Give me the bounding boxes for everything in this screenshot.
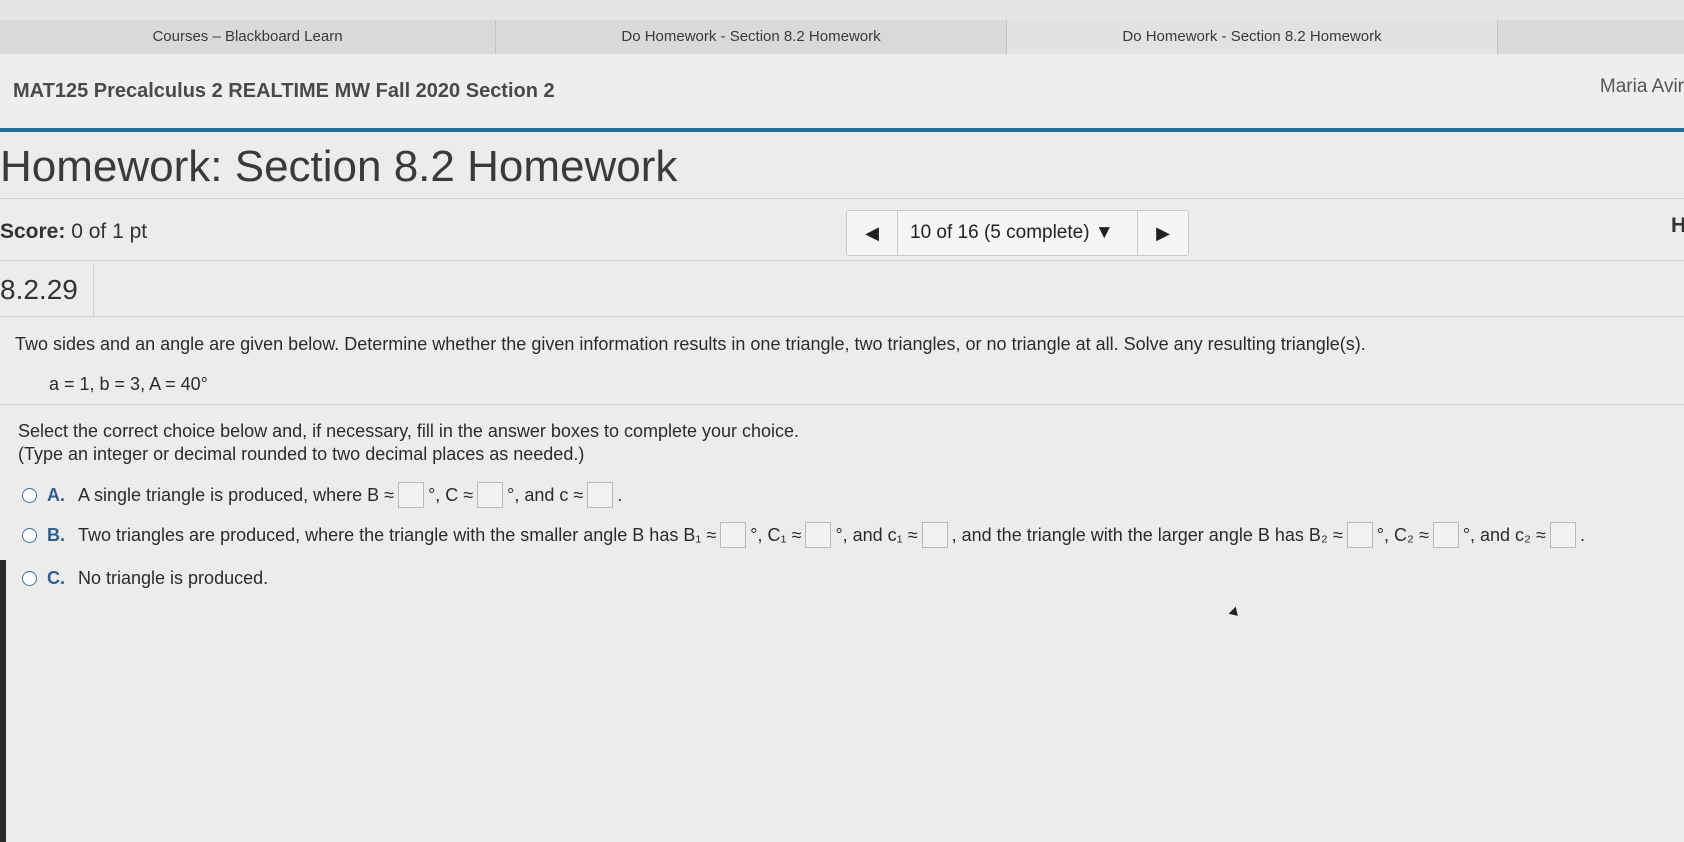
divider	[0, 260, 1684, 261]
question-id: 8.2.29	[0, 274, 78, 305]
choice-a-text: °, C ≈	[428, 484, 474, 505]
choice-a[interactable]: A. A single triangle is produced, where …	[22, 482, 623, 508]
choice-c-letter: C.	[47, 568, 65, 588]
choice-a-letter: A.	[47, 484, 65, 505]
user-name[interactable]: Maria Avir	[1600, 76, 1684, 98]
choice-b-text: .	[1579, 524, 1585, 545]
choice-a-text: A single triangle is produced, where B ≈	[78, 484, 395, 505]
tab-blackboard[interactable]: Courses – Blackboard Learn	[0, 20, 496, 54]
header-accent-line	[0, 128, 1684, 132]
choice-b-text: Two triangles are produced, where the tr…	[78, 524, 717, 545]
answer-box-c1-side[interactable]	[921, 522, 948, 548]
answer-box-B1[interactable]	[720, 522, 747, 548]
question-navigator: ◀ 10 of 16 (5 complete) ▼ ▶	[846, 210, 1189, 256]
answer-box-C1[interactable]	[805, 522, 832, 548]
given-values: a = 1, b = 3, A = 40°	[49, 374, 208, 394]
choice-b-letter: B.	[47, 524, 65, 545]
answer-box-c-side[interactable]	[587, 482, 614, 508]
choice-b-radio[interactable]	[22, 527, 37, 543]
divider	[0, 404, 1684, 405]
score-value: 0 of 1 pt	[71, 220, 148, 243]
choice-c[interactable]: C. No triangle is produced.	[22, 568, 269, 589]
tab-homework-1[interactable]: Do Homework - Section 8.2 Homework	[496, 20, 1007, 54]
divider	[93, 264, 94, 318]
choice-b[interactable]: B. Two triangles are produced, where the…	[22, 522, 1586, 548]
score-label: Score:	[0, 220, 66, 243]
divider	[0, 198, 1684, 199]
choice-b-text: , and the triangle with the larger angle…	[951, 524, 1343, 545]
choice-a-radio[interactable]	[22, 487, 37, 503]
choice-b-text: °, C₂ ≈	[1376, 524, 1429, 545]
instruction-note: (Type an integer or decimal rounded to t…	[18, 444, 585, 464]
instruction-text: Select the correct choice below and, if …	[18, 421, 800, 441]
triangle-left-icon: ◀	[865, 223, 879, 243]
browser-tab-bar: Courses – Blackboard Learn Do Homework -…	[0, 20, 1684, 55]
course-title: MAT125 Precalculus 2 REALTIME MW Fall 20…	[13, 80, 555, 102]
question-text: Two sides and an angle are given below. …	[15, 334, 1366, 354]
choice-a-text: .	[617, 484, 623, 505]
divider	[0, 316, 1684, 317]
dropdown-arrow-icon: ▼	[1094, 222, 1114, 243]
answer-box-B[interactable]	[398, 482, 425, 508]
choice-c-radio[interactable]	[22, 571, 37, 586]
previous-question-button[interactable]: ◀	[847, 211, 898, 255]
next-question-button[interactable]: ▶	[1137, 211, 1188, 255]
tab-homework-2[interactable]: Do Homework - Section 8.2 Homework	[1007, 20, 1498, 54]
help-link[interactable]: H	[1671, 214, 1684, 238]
answer-box-B2[interactable]	[1346, 522, 1373, 548]
choice-c-text: No triangle is produced.	[78, 568, 269, 588]
choice-a-text: °, and c ≈	[507, 484, 584, 505]
mouse-pointer-icon	[1228, 606, 1242, 620]
screen-bezel	[0, 560, 6, 842]
triangle-right-icon: ▶	[1156, 223, 1170, 243]
page-title: Homework: Section 8.2 Homework	[0, 142, 678, 191]
browser-top-strip	[0, 0, 1684, 20]
answer-box-C2[interactable]	[1432, 522, 1459, 548]
choice-b-text: °, C₁ ≈	[750, 524, 802, 545]
question-progress-label: 10 of 16 (5 complete)	[910, 222, 1090, 243]
question-selector-dropdown[interactable]: 10 of 16 (5 complete) ▼	[910, 211, 1114, 255]
choice-b-text: °, and c₂ ≈	[1462, 524, 1546, 545]
choice-b-text: °, and c₁ ≈	[835, 524, 918, 545]
score: Score: 0 of 1 pt	[0, 220, 147, 244]
answer-box-c2-side[interactable]	[1549, 522, 1576, 548]
answer-box-C[interactable]	[477, 482, 504, 508]
